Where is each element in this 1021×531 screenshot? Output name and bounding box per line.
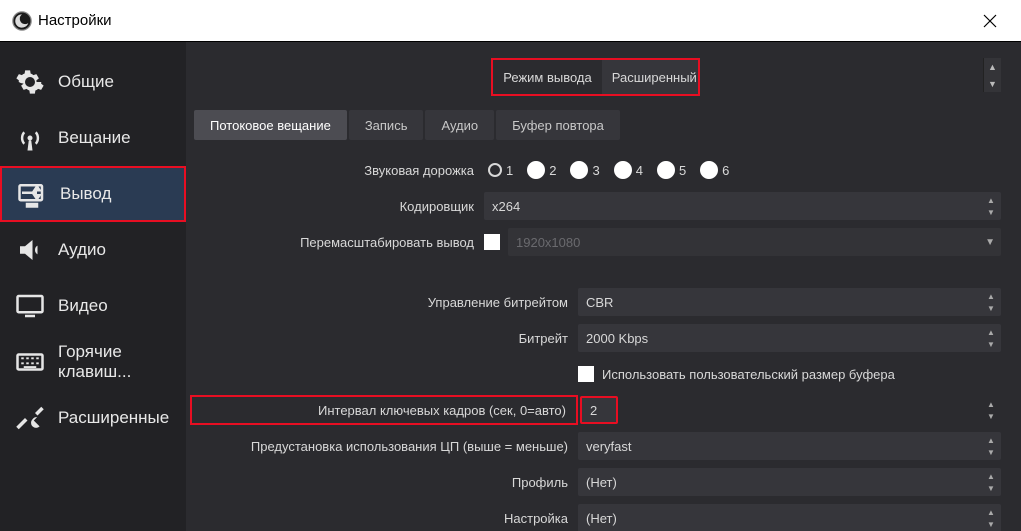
output-icon (16, 178, 48, 210)
chevron-up-icon[interactable]: ▲ (983, 398, 999, 410)
chevron-up-icon[interactable]: ▲ (983, 470, 999, 482)
chevron-up-icon[interactable]: ▲ (983, 506, 999, 518)
sidebar-item-advanced[interactable]: Расширенные (0, 390, 186, 446)
tab-streaming[interactable]: Потоковое вещание (194, 110, 347, 140)
chevron-down-icon[interactable]: ▼ (983, 518, 999, 530)
monitor-icon (14, 290, 46, 322)
audio-track-4[interactable]: 4 (614, 161, 643, 179)
sidebar: Общие Вещание Вывод Аудио Видео (0, 42, 186, 531)
chevron-down-icon[interactable]: ▼ (983, 410, 999, 422)
sidebar-item-general[interactable]: Общие (0, 54, 186, 110)
rescale-select[interactable]: 1920x1080 ▼ (508, 228, 1001, 256)
keyboard-icon (14, 346, 46, 378)
sidebar-item-label: Вещание (58, 128, 131, 148)
content-pane: Режим вывода Расширенный ▲ ▼ Потоковое в… (186, 42, 1021, 531)
tune-label: Настройка (190, 511, 578, 526)
chevron-down-icon[interactable]: ▼ (983, 206, 999, 218)
gear-icon (14, 66, 46, 98)
titlebar: Настройки (0, 0, 1021, 42)
sidebar-item-label: Общие (58, 72, 114, 92)
output-tabs: Потоковое вещание Запись Аудио Буфер пов… (190, 110, 1001, 140)
audio-track-label: Звуковая дорожка (190, 163, 484, 178)
sidebar-item-label: Горячие клавиш... (58, 342, 186, 382)
tools-icon (14, 402, 46, 434)
chevron-up-icon[interactable]: ▲ (983, 434, 999, 446)
sidebar-item-label: Аудио (58, 240, 106, 260)
encoder-label: Кодировщик (190, 199, 484, 214)
sidebar-item-label: Видео (58, 296, 108, 316)
rate-control-select[interactable]: CBR ▲▼ (578, 288, 1001, 316)
chevron-up-icon[interactable]: ▲ (983, 326, 999, 338)
audio-track-1[interactable]: 1 (488, 161, 513, 179)
output-mode-select[interactable]: Расширенный (602, 60, 698, 94)
rescale-label: Перемасштабировать вывод (190, 235, 484, 250)
rate-control-label: Управление битрейтом (190, 295, 578, 310)
encoder-select[interactable]: x264 ▲▼ (484, 192, 1001, 220)
output-mode-label: Режим вывода (493, 62, 601, 93)
bitrate-input[interactable]: 2000 Kbps ▲▼ (578, 324, 1001, 352)
bitrate-label: Битрейт (190, 331, 578, 346)
output-mode-group: Режим вывода Расширенный (491, 58, 699, 96)
sidebar-item-stream[interactable]: Вещание (0, 110, 186, 166)
sidebar-item-hotkeys[interactable]: Горячие клавиш... (0, 334, 186, 390)
obs-icon (12, 11, 32, 31)
audio-track-2[interactable]: 2 (527, 161, 556, 179)
custom-buffer-checkbox[interactable] (578, 366, 594, 382)
audio-track-5[interactable]: 5 (657, 161, 686, 179)
tune-select[interactable]: (Нет) ▲▼ (578, 504, 1001, 531)
chevron-up-icon[interactable]: ▲ (983, 290, 999, 302)
sidebar-item-output[interactable]: Вывод (0, 166, 186, 222)
chevron-down-icon[interactable]: ▼ (984, 75, 1001, 92)
chevron-down-icon[interactable]: ▼ (983, 302, 999, 314)
sidebar-item-audio[interactable]: Аудио (0, 222, 186, 278)
audio-track-6[interactable]: 6 (700, 161, 729, 179)
keyint-label: Интервал ключевых кадров (сек, 0=авто) (192, 403, 576, 418)
preset-label: Предустановка использования ЦП (выше = м… (190, 439, 578, 454)
chevron-down-icon: ▼ (985, 237, 995, 248)
chevron-down-icon[interactable]: ▼ (983, 482, 999, 494)
keyint-input[interactable]: 2 (580, 396, 618, 424)
sidebar-item-video[interactable]: Видео (0, 278, 186, 334)
chevron-down-icon[interactable]: ▼ (983, 338, 999, 350)
preset-select[interactable]: veryfast ▲▼ (578, 432, 1001, 460)
close-button[interactable] (973, 10, 1007, 35)
chevron-down-icon[interactable]: ▼ (983, 446, 999, 458)
tab-audio[interactable]: Аудио (425, 110, 494, 140)
sidebar-item-label: Вывод (60, 184, 111, 204)
audio-track-radios: 1 2 3 4 5 6 (484, 161, 729, 179)
antenna-icon (14, 122, 46, 154)
speaker-icon (14, 234, 46, 266)
output-mode-spinner[interactable]: ▲ ▼ (983, 58, 1001, 92)
audio-track-3[interactable]: 3 (570, 161, 599, 179)
custom-buffer-label: Использовать пользовательский размер буф… (602, 367, 895, 382)
profile-label: Профиль (190, 475, 578, 490)
window-title: Настройки (38, 12, 112, 29)
tab-recording[interactable]: Запись (349, 110, 424, 140)
tab-replay[interactable]: Буфер повтора (496, 110, 620, 140)
chevron-up-icon[interactable]: ▲ (984, 58, 1001, 75)
sidebar-item-label: Расширенные (58, 408, 169, 428)
rescale-checkbox[interactable] (484, 234, 500, 250)
chevron-up-icon[interactable]: ▲ (983, 194, 999, 206)
profile-select[interactable]: (Нет) ▲▼ (578, 468, 1001, 496)
